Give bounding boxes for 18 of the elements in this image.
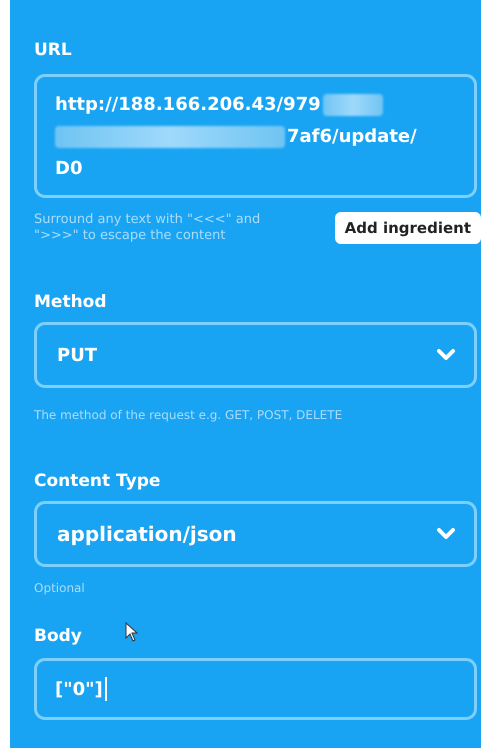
- url-field[interactable]: http://188.166.206.43/979 7af6/update/ D0: [34, 74, 477, 198]
- url-text: http://188.166.206.43/979: [55, 93, 321, 117]
- url-text: 7af6/update/: [287, 125, 417, 149]
- mouse-pointer-icon: [125, 622, 139, 642]
- field-label: Method: [34, 292, 107, 312]
- url-text: D0: [55, 157, 82, 181]
- field-label: Content Type: [34, 471, 160, 491]
- content-type-dropdown[interactable]: application/json: [34, 501, 477, 567]
- help-text: Optional: [34, 581, 85, 596]
- field-label: Body: [34, 626, 82, 646]
- help-text: Surround any text with "<<<" and ">>>" to escape the content: [34, 212, 262, 244]
- chevron-down-icon: [436, 348, 456, 362]
- method-dropdown[interactable]: PUT: [34, 322, 477, 388]
- field-label: URL: [34, 40, 72, 60]
- body-field[interactable]: ["0"]: [34, 658, 477, 720]
- add-ingredient-button[interactable]: Add ingredient: [334, 212, 481, 244]
- chevron-down-icon: [436, 527, 456, 541]
- help-text: The method of the request e.g. GET, POST, DELETE: [34, 408, 342, 423]
